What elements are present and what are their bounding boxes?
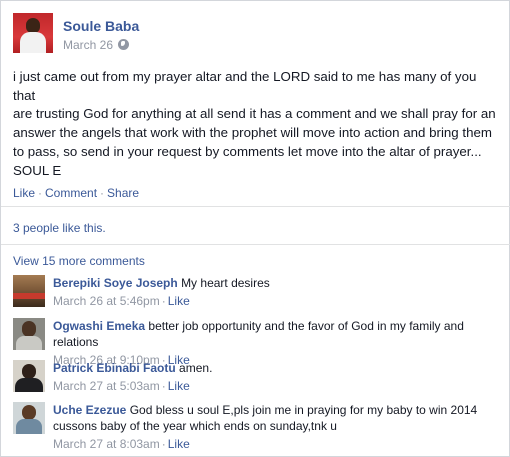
comment-content: Berepiki Soye Joseph My heart desires Ma…	[53, 275, 503, 309]
post-body-line: SOUL E	[13, 162, 62, 178]
commenter-avatar[interactable]	[13, 275, 45, 307]
comment-meta: March 27 at 5:03am · Like	[53, 378, 503, 394]
separator: ·	[38, 186, 43, 200]
comment-content: Patrick Ebinabi Faotu amen. March 27 at …	[53, 360, 503, 394]
comment-text: My heart desires	[181, 276, 270, 290]
commenter-avatar[interactable]	[13, 360, 45, 392]
globe-icon[interactable]	[118, 39, 130, 50]
post-body-line: to pass, so send in your request by comm…	[13, 143, 482, 159]
comment-link[interactable]: Comment	[45, 186, 97, 200]
commenter-name[interactable]: Ogwashi Emeka	[53, 319, 145, 333]
post-body-line: answer the angels that work with the pro…	[13, 125, 492, 141]
post-body-line: are trusting God for anything at all sen…	[13, 106, 496, 122]
separator: ·	[161, 379, 166, 393]
separator: ·	[100, 186, 105, 200]
post-meta: March 26	[63, 38, 130, 52]
commenter-avatar[interactable]	[13, 318, 45, 350]
commenter-name[interactable]: Uche Ezezue	[53, 403, 126, 417]
comment-time[interactable]: March 27 at 8:03am	[53, 437, 160, 451]
comment-time[interactable]: March 26 at 5:46pm	[53, 294, 160, 308]
comment-like-link[interactable]: Like	[168, 437, 190, 451]
likes-summary[interactable]: 3 people like this.	[13, 221, 106, 235]
separator: ·	[161, 294, 166, 308]
divider	[1, 206, 510, 207]
post-body-line: i just came out from my prayer altar and…	[13, 69, 477, 103]
view-more-comments-link[interactable]: View 15 more comments	[13, 254, 145, 268]
post-date[interactable]: March 26	[63, 38, 113, 52]
comment-meta: March 26 at 5:46pm · Like	[53, 293, 503, 309]
separator: ·	[161, 437, 166, 451]
comment-content: Uche Ezezue God bless u soul E,pls join …	[53, 402, 503, 452]
divider	[1, 244, 510, 245]
facebook-post: Soule Baba March 26 i just came out from…	[0, 0, 510, 457]
comment-like-link[interactable]: Like	[168, 379, 190, 393]
comment-meta: March 27 at 8:03am · Like	[53, 436, 503, 452]
commenter-avatar[interactable]	[13, 402, 45, 434]
author-avatar[interactable]	[13, 13, 53, 53]
post-body: i just came out from my prayer altar and…	[13, 68, 501, 180]
commenter-name[interactable]: Berepiki Soye Joseph	[53, 276, 178, 290]
author-name[interactable]: Soule Baba	[63, 18, 139, 34]
like-link[interactable]: Like	[13, 186, 35, 200]
comment-text: amen.	[179, 361, 213, 375]
post-actions: Like · Comment · Share	[13, 186, 139, 200]
share-link[interactable]: Share	[107, 186, 139, 200]
comment-time[interactable]: March 27 at 5:03am	[53, 379, 160, 393]
commenter-name[interactable]: Patrick Ebinabi Faotu	[53, 361, 176, 375]
comment-like-link[interactable]: Like	[168, 294, 190, 308]
